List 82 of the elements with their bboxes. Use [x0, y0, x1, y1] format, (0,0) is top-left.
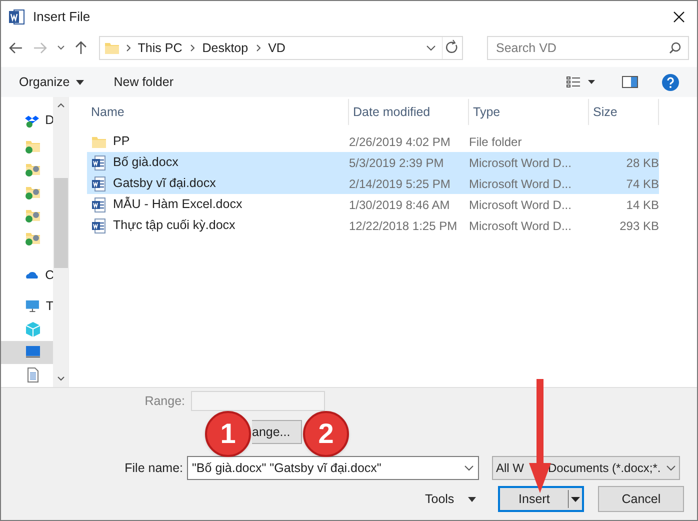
back-icon[interactable] [9, 42, 23, 54]
search-field[interactable]: Search VD [487, 36, 690, 60]
up-arrow-icon[interactable] [74, 41, 87, 55]
table-cell: 1/30/2019 8:46 AM [349, 198, 450, 212]
caret-down-icon [568, 489, 582, 509]
nav-item[interactable] [1, 340, 53, 364]
file-row[interactable]: PP 2/26/2019 4:02 PM File folder [87, 131, 659, 152]
change-range-button[interactable]: ange... [252, 420, 302, 444]
column-header[interactable]: Size [589, 99, 659, 125]
cancel-button[interactable]: Cancel [598, 486, 684, 512]
file-row[interactable]: Thực tập cuối kỳ.docx 12/22/2018 1:25 PM Microsoft Word D... 293 KB [87, 215, 659, 236]
column-header[interactable]: Date modified [349, 99, 469, 125]
caret-down-icon [468, 496, 476, 502]
cube-icon [25, 321, 41, 338]
column-header[interactable]: Type [469, 99, 589, 125]
file-type-dropdown[interactable]: All W Documents (*.docx;*. [492, 456, 680, 480]
table-cell: 12/22/2018 1:25 PM [349, 218, 458, 232]
chevron-right-icon [256, 44, 262, 52]
preview-pane-icon[interactable] [622, 76, 638, 88]
scroll-down-icon[interactable] [56, 376, 64, 381]
table-cell: File folder [469, 134, 522, 148]
table-cell: Microsoft Word D... [469, 176, 572, 190]
breadcrumb[interactable]: VD [268, 38, 286, 58]
help-icon[interactable] [662, 74, 679, 90]
file-name-field[interactable]: "Bố già.docx" "Gatsby vĩ đại.docx" [187, 456, 479, 480]
table-cell: 293 KB [620, 218, 659, 232]
word-document-icon [91, 176, 107, 192]
chevron-down-icon[interactable] [426, 45, 436, 51]
desktop-icon [25, 344, 41, 360]
document-icon [25, 367, 41, 384]
table-cell: Microsoft Word D... [469, 218, 572, 232]
word-logo-icon [9, 9, 25, 25]
caret-down-icon [76, 80, 84, 84]
table-cell: 5/3/2019 2:39 PM [349, 156, 444, 170]
folder-icon [104, 40, 120, 56]
table-cell: 28 KB [626, 156, 659, 170]
file-name: Gatsby vĩ đại.docx [113, 175, 216, 192]
nav-item[interactable]: T [1, 294, 53, 318]
table-cell: 14 KB [626, 198, 659, 212]
new-folder-button[interactable]: New folder [114, 72, 174, 92]
file-name: Thực tập cuối kỳ.docx [113, 217, 236, 234]
window-title: Insert File [33, 8, 90, 26]
breadcrumb[interactable]: Desktop [202, 38, 248, 58]
file-row[interactable]: MẪU - Hàm Excel.docx 1/30/2019 8:46 AM Microsoft Word D... 14 KB [87, 194, 659, 215]
chevron-right-icon [190, 44, 196, 52]
tools-button[interactable]: Tools [425, 490, 476, 508]
range-field[interactable] [191, 391, 325, 411]
search-icon [669, 42, 682, 54]
shared-folder-icon [25, 230, 41, 246]
chevron-down-icon[interactable] [56, 45, 65, 51]
insert-button[interactable]: Insert [498, 486, 584, 512]
table-cell: 2/26/2019 4:02 PM [349, 134, 450, 148]
table-cell: Microsoft Word D... [469, 156, 572, 170]
scrollbar-thumb[interactable] [54, 178, 68, 268]
file-name: MẪU - Hàm Excel.docx [113, 196, 242, 214]
file-row[interactable]: Gatsby vĩ đại.docx 2/14/2019 5:25 PM Microsoft Word D... 74 KB [87, 173, 659, 194]
scrollbar[interactable] [53, 97, 68, 387]
file-name: Bố già.docx [113, 154, 178, 172]
file-row[interactable]: Bố già.docx 5/3/2019 2:39 PM Microsoft Word D... 28 KB [87, 152, 659, 173]
organize-button[interactable]: Organize [19, 72, 84, 92]
file-type-text: All W [496, 460, 524, 477]
chevron-down-icon [666, 465, 676, 471]
range-label: Range: [144, 392, 186, 410]
chevron-down-icon [464, 465, 474, 471]
scroll-up-icon[interactable] [56, 103, 64, 108]
breadcrumb[interactable]: This PC [138, 38, 182, 58]
word-document-icon [91, 196, 107, 212]
table-cell: Microsoft Word D... [469, 198, 572, 212]
column-header[interactable]: Name [87, 99, 349, 125]
address-bar[interactable]: This PC Desktop VD [98, 36, 464, 60]
monitor-icon [25, 298, 40, 314]
word-document-icon [91, 218, 107, 234]
view-options-icon[interactable] [566, 76, 596, 88]
file-name: PP [113, 133, 130, 150]
file-type-text: Documents (*.docx;*. [548, 460, 662, 477]
file-name-label: File name: [124, 460, 184, 477]
table-cell: 74 KB [626, 176, 659, 190]
table-cell: 2/14/2019 5:25 PM [349, 176, 450, 190]
chevron-right-icon [126, 44, 132, 52]
close-icon[interactable] [673, 11, 685, 23]
word-document-icon [91, 154, 107, 170]
nav-label: T [46, 298, 53, 315]
